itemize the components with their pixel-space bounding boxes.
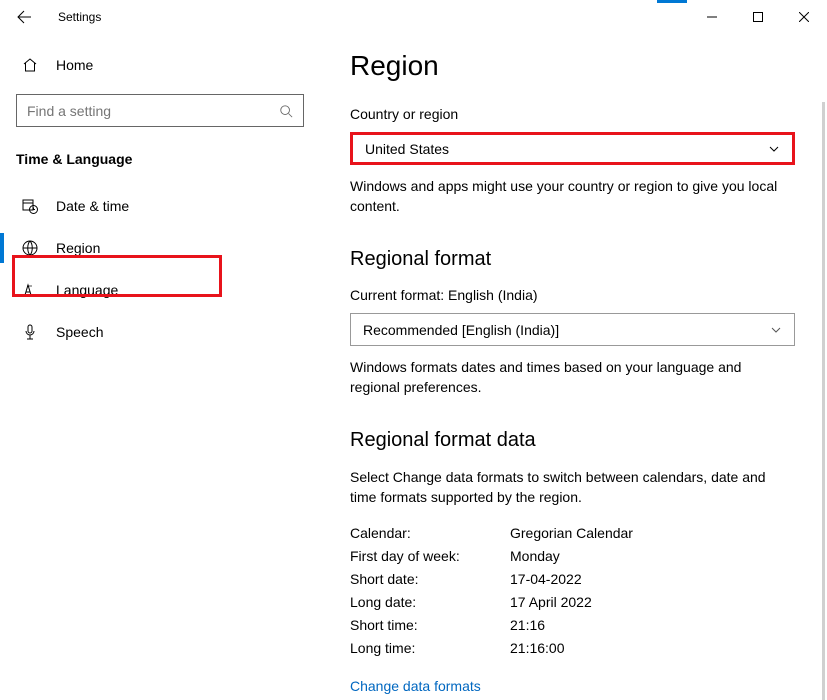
data-row: Long time: 21:16:00 bbox=[350, 637, 797, 660]
row-val: 17 April 2022 bbox=[510, 591, 592, 614]
content-pane: Region Country or region United States W… bbox=[320, 34, 827, 700]
close-button[interactable] bbox=[781, 0, 827, 34]
row-val: 21:16 bbox=[510, 614, 545, 637]
change-data-formats-link[interactable]: Change data formats bbox=[350, 678, 797, 694]
row-key: First day of week: bbox=[350, 545, 510, 568]
data-row: Calendar: Gregorian Calendar bbox=[350, 522, 797, 545]
nav-item-date-time[interactable]: Date & time bbox=[0, 185, 320, 227]
language-icon bbox=[22, 282, 38, 298]
row-val: Monday bbox=[510, 545, 560, 568]
format-caption: Windows formats dates and times based on… bbox=[350, 358, 795, 397]
nav-label: Speech bbox=[56, 324, 103, 340]
page-title: Region bbox=[350, 50, 797, 82]
row-val: Gregorian Calendar bbox=[510, 522, 633, 545]
search-icon bbox=[279, 104, 293, 118]
close-icon bbox=[799, 12, 809, 22]
accent-strip bbox=[657, 0, 687, 3]
calendar-clock-icon bbox=[22, 198, 38, 214]
nav-item-language[interactable]: Language bbox=[0, 269, 320, 311]
globe-icon bbox=[22, 240, 38, 256]
row-key: Calendar: bbox=[350, 522, 510, 545]
chevron-down-icon bbox=[768, 143, 780, 155]
row-val: 21:16:00 bbox=[510, 637, 565, 660]
back-button[interactable] bbox=[2, 0, 46, 34]
row-key: Short date: bbox=[350, 568, 510, 591]
country-caption: Windows and apps might use your country … bbox=[350, 177, 795, 216]
country-value: United States bbox=[365, 141, 449, 157]
row-key: Long date: bbox=[350, 591, 510, 614]
nav-label: Language bbox=[56, 282, 118, 298]
data-row: First day of week: Monday bbox=[350, 545, 797, 568]
data-row: Short time: 21:16 bbox=[350, 614, 797, 637]
sidebar: Home Time & Language Date & time Region bbox=[0, 34, 320, 700]
app-title: Settings bbox=[58, 10, 101, 24]
maximize-icon bbox=[753, 12, 763, 22]
minimize-button[interactable] bbox=[689, 0, 735, 34]
microphone-icon bbox=[22, 324, 38, 340]
nav-item-speech[interactable]: Speech bbox=[0, 311, 320, 353]
format-dropdown[interactable]: Recommended [English (India)] bbox=[350, 313, 795, 346]
data-header: Regional format data bbox=[350, 429, 797, 452]
minimize-icon bbox=[707, 12, 717, 22]
data-caption: Select Change data formats to switch bet… bbox=[350, 468, 795, 507]
titlebar: Settings bbox=[0, 0, 827, 34]
row-key: Short time: bbox=[350, 614, 510, 637]
search-box[interactable] bbox=[16, 94, 304, 127]
window-controls bbox=[689, 0, 827, 34]
scrollbar[interactable] bbox=[822, 102, 825, 700]
arrow-left-icon bbox=[16, 9, 32, 25]
country-dropdown[interactable]: United States bbox=[350, 132, 795, 165]
home-label: Home bbox=[56, 57, 93, 73]
chevron-down-icon bbox=[770, 324, 782, 336]
data-row: Short date: 17-04-2022 bbox=[350, 568, 797, 591]
regional-format-header: Regional format bbox=[350, 248, 797, 271]
nav-item-region[interactable]: Region bbox=[0, 227, 320, 269]
nav-label: Region bbox=[56, 240, 100, 256]
format-value: Recommended [English (India)] bbox=[363, 322, 559, 338]
country-label: Country or region bbox=[350, 106, 797, 122]
search-input[interactable] bbox=[27, 103, 257, 119]
home-nav-item[interactable]: Home bbox=[0, 44, 320, 86]
category-header: Time & Language bbox=[0, 127, 320, 185]
row-key: Long time: bbox=[350, 637, 510, 660]
maximize-button[interactable] bbox=[735, 0, 781, 34]
data-row: Long date: 17 April 2022 bbox=[350, 591, 797, 614]
home-icon bbox=[22, 57, 38, 73]
current-format-label: Current format: English (India) bbox=[350, 287, 797, 303]
row-val: 17-04-2022 bbox=[510, 568, 582, 591]
nav-label: Date & time bbox=[56, 198, 129, 214]
